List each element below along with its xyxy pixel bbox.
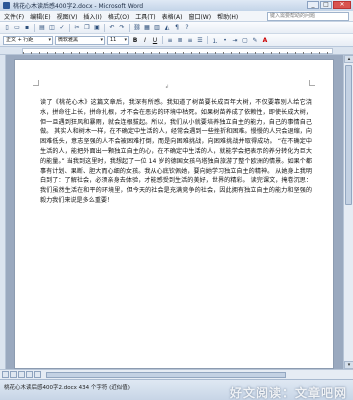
ruler-track (22, 48, 333, 54)
menu-insert[interactable]: 插入(I) (83, 12, 101, 21)
justify-icon[interactable]: ☰ (196, 36, 204, 44)
font-size-value: 11 (110, 36, 117, 43)
formatting-toolbar: 正文 + 行距 ▾ 微软雅黑 ▾ 11 ▾ B I U ≡ ≣ ≡ ☰ ⒈ • … (0, 34, 353, 47)
title-bar: 桃花心木读后感400字2.docx - Microsoft Word _ □ ✕ (0, 0, 353, 11)
align-left-icon[interactable]: ≡ (166, 36, 174, 44)
toolbar-separator (34, 23, 35, 32)
font-size-dropdown[interactable]: 11 ▾ (107, 35, 129, 45)
columns-icon[interactable]: ▥ (153, 24, 161, 32)
chevron-down-icon: ▾ (100, 36, 103, 43)
document-body-text[interactable]: 读了《桃花心木》这篇文章后，我深有所感。我知道了树苗要长成百年大树，不仅要靠别人… (40, 98, 312, 206)
normal-view-icon[interactable] (2, 371, 9, 378)
chevron-down-icon: ▾ (48, 36, 51, 43)
underline-button[interactable]: U (151, 36, 159, 45)
redo-icon[interactable]: ↷ (118, 24, 126, 32)
maximize-button[interactable]: □ (320, 1, 332, 9)
document-page[interactable]: ↲ 读了《桃花心木》这篇文章后，我深有所感。我知道了树苗要长成百年大树，不仅要靠… (14, 59, 334, 369)
bullets-icon[interactable]: • (221, 36, 229, 44)
font-color-button[interactable]: A (261, 36, 269, 45)
menu-tools[interactable]: 工具(T) (135, 12, 155, 21)
horizontal-scrollbar[interactable] (0, 369, 353, 379)
scroll-thumb[interactable] (345, 65, 352, 205)
open-folder-icon[interactable]: ▭ (13, 24, 21, 32)
toolbar-separator (104, 23, 105, 32)
print-preview-icon[interactable]: ◫ (48, 24, 56, 32)
menu-table[interactable]: 表格(A) (162, 12, 183, 21)
status-document-info: 桃花心木读后感400字2.docx 434 个字符 (近似值) (4, 385, 130, 391)
drawing-icon[interactable]: ◭ (163, 24, 171, 32)
help-search-input[interactable]: 键入需要帮助的问题 (267, 12, 349, 21)
window-title: 桃花心木读后感400字2.docx - Microsoft Word (13, 3, 144, 10)
font-value: 微软雅黑 (58, 36, 79, 43)
status-bar: 桃花心木读后感400字2.docx 434 个字符 (近似值) 好文阅读：文章吧… (0, 379, 353, 400)
help-icon[interactable]: ? (183, 24, 191, 32)
print-icon[interactable]: ▤ (38, 24, 46, 32)
hyperlink-icon[interactable]: ⛓ (133, 24, 141, 32)
reading-view-icon[interactable] (34, 371, 41, 378)
align-center-icon[interactable]: ≣ (176, 36, 184, 44)
watermark-text: 好文阅读：文章吧网 (229, 386, 347, 400)
save-icon[interactable]: ▪ (23, 24, 31, 32)
word-app-icon (3, 2, 10, 9)
close-button[interactable]: ✕ (333, 1, 351, 9)
vertical-scrollbar[interactable]: ▴ ▾ (343, 55, 353, 369)
style-dropdown[interactable]: 正文 + 行距 ▾ (3, 35, 53, 45)
toolbar-separator (162, 36, 163, 44)
document-workspace: ↲ 读了《桃花心木》这篇文章后，我深有所感。我知道了树苗要长成百年大树，不仅要靠… (0, 55, 343, 369)
table-icon[interactable]: ▦ (143, 24, 151, 32)
toolbar-separator (69, 23, 70, 32)
standard-toolbar: ▯ ▭ ▪ ▤ ◫ ✓ ✂ ❐ ▣ ↶ ↷ ⛓ ▦ ▥ ◭ ¶ ? (0, 22, 353, 34)
minimize-button[interactable]: _ (307, 1, 319, 9)
ruler-ticks (23, 52, 332, 54)
web-view-icon[interactable] (10, 371, 17, 378)
toolbar-separator (207, 36, 208, 44)
menu-format[interactable]: 格式(O) (108, 12, 129, 21)
chevron-down-icon: ▾ (124, 36, 127, 43)
menu-file[interactable]: 文件(F) (4, 12, 24, 21)
indent-icon[interactable]: ⇥ (231, 36, 239, 44)
new-document-icon[interactable]: ▯ (3, 24, 11, 32)
highlight-icon[interactable]: ✎ (251, 36, 259, 44)
vertical-ruler (0, 55, 6, 369)
font-dropdown[interactable]: 微软雅黑 ▾ (55, 35, 105, 45)
scroll-up-icon[interactable]: ▴ (344, 55, 353, 63)
cut-icon[interactable]: ✂ (73, 24, 81, 32)
print-view-icon[interactable] (18, 371, 25, 378)
undo-icon[interactable]: ↶ (108, 24, 116, 32)
copy-icon[interactable]: ❐ (83, 24, 91, 32)
scroll-down-icon[interactable]: ▾ (344, 361, 353, 369)
paste-icon[interactable]: ▣ (93, 24, 101, 32)
toolbar-separator (129, 23, 130, 32)
border-icon[interactable]: ▢ (241, 36, 249, 44)
numbering-icon[interactable]: ⒈ (211, 36, 219, 45)
menu-window[interactable]: 窗口(W) (188, 12, 211, 21)
italic-button[interactable]: I (141, 36, 149, 45)
horizontal-ruler[interactable] (0, 47, 353, 55)
menu-edit[interactable]: 编辑(E) (30, 12, 50, 21)
align-right-icon[interactable]: ≡ (186, 36, 194, 44)
horizontal-scroll-thumb[interactable] (46, 371, 286, 378)
menu-help[interactable]: 帮助(H) (217, 12, 238, 21)
menu-view[interactable]: 视图(V) (57, 12, 78, 21)
outline-view-icon[interactable] (26, 371, 33, 378)
text-cursor-icon: ↲ (165, 84, 170, 90)
style-value: 正文 + 行距 (6, 36, 34, 43)
spellcheck-icon[interactable]: ✓ (58, 24, 66, 32)
show-formatting-icon[interactable]: ¶ (173, 24, 181, 32)
margin-corner-mark (33, 80, 39, 86)
bold-button[interactable]: B (131, 36, 139, 45)
margin-corner-mark (309, 80, 315, 86)
window-controls: _ □ ✕ (307, 1, 351, 9)
